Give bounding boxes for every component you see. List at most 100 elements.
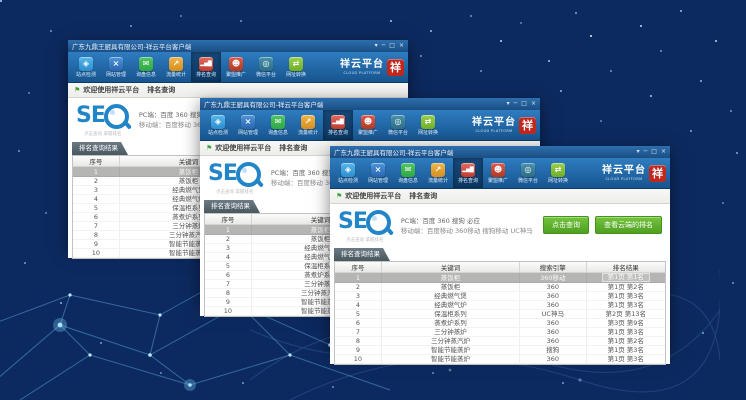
toolbar-items: ◈ 站点检测 × 网站管理 ✉ 询盘信息 ↗ 流量统计 ▂▅█ 排名查询 ☻ 聚…: [68, 52, 311, 82]
toolbar-item-icon: ◈: [341, 163, 355, 177]
cell-no: 7: [73, 222, 119, 231]
toolbar-item-2[interactable]: × 网站管理: [101, 52, 131, 82]
minimize-button[interactable]: ─: [382, 42, 386, 50]
seo-caption: 点击查询 掌握排名: [216, 188, 253, 194]
column-header[interactable]: 搜索引擎: [520, 262, 586, 273]
toolbar-item-1[interactable]: ◈ 站点检测: [71, 52, 101, 82]
toolbar-item-8[interactable]: ⇄ 网址转换: [281, 52, 311, 82]
toolbar-item-icon: ✉: [401, 163, 415, 177]
brand-name: 祥云平台: [340, 60, 384, 70]
minimize-button[interactable]: ─: [514, 100, 518, 108]
toolbar-item-label: 聚盟推广: [488, 178, 508, 183]
toolbar-glyph-icon: ▂▅█: [332, 118, 344, 126]
maximize-button[interactable]: □: [651, 148, 657, 156]
toolbar-item-icon: ◈: [211, 115, 225, 129]
toolbar-item-1[interactable]: ◈ 站点检测: [333, 158, 363, 188]
table-row[interactable]: 10智能节能蒸炉360第1页 第3名: [335, 355, 665, 364]
toolbar-item-6[interactable]: ☻ 聚盟推广: [353, 110, 383, 140]
toolbar-item-icon: ×: [241, 115, 255, 129]
tab-rank-results[interactable]: 排名查询结果: [72, 142, 128, 155]
table-row[interactable]: 1蒸饭柜360移动第1页 第1名: [335, 273, 665, 283]
toolbar-item-icon: ✉: [271, 115, 285, 129]
cell-no: 8: [205, 289, 251, 298]
toolbar-glyph-icon: ↗: [173, 60, 180, 68]
table-row[interactable]: 9智能节能蒸炉搜狗第1页 第3名: [335, 346, 665, 355]
table-row[interactable]: 7三分钟蒸炉360第1页 第3名: [335, 328, 665, 337]
welcome-bar: ⚑ 欢迎使用祥云平台 排名查询: [330, 189, 670, 204]
table-row[interactable]: 5保温柜系列UC神马第2页 第13名: [335, 310, 665, 319]
title-bar[interactable]: 广东九鼎王厨具有限公司-祥云平台客户端 ▾ ─ □ ×: [200, 98, 540, 110]
toolbar-item-icon: ×: [371, 163, 385, 177]
toolbar-item-3[interactable]: ✉ 询盘信息: [393, 158, 423, 188]
toolbar-item-1[interactable]: ◈ 站点检测: [203, 110, 233, 140]
title-bar[interactable]: 广东九鼎王厨具有限公司-祥云平台客户端 ▾ ─ □ ×: [68, 40, 408, 52]
toolbar-item-7[interactable]: ◎ 微信平台: [251, 52, 281, 82]
cell-no: 1: [335, 273, 381, 283]
toolbar-glyph-icon: ×: [245, 118, 252, 126]
main-toolbar: ◈ 站点检测 × 网站管理 ✉ 询盘信息 ↗ 流量统计 ▂▅█ 排名查询 ☻ 聚…: [330, 158, 670, 189]
close-button[interactable]: ×: [531, 100, 536, 108]
toolbar-glyph-icon: ↗: [435, 166, 442, 174]
table-row[interactable]: 4经典燃气炉360第1页 第3名: [335, 301, 665, 310]
title-bar[interactable]: 广东九鼎王厨具有限公司-祥云平台客户端 ▾ ─ □ ×: [330, 146, 670, 158]
table-row[interactable]: 3经典燃气煲360第1页 第3名: [335, 292, 665, 301]
brand-subtitle: CLOUD PLATFORM: [605, 176, 642, 180]
cell-no: 1: [73, 167, 119, 177]
skin-button[interactable]: ▾: [637, 148, 640, 156]
close-button[interactable]: ×: [399, 42, 404, 50]
toolbar-item-label: 站点检测: [76, 72, 96, 77]
toolbar-item-6[interactable]: ☻ 聚盟推广: [221, 52, 251, 82]
maximize-button[interactable]: □: [389, 42, 395, 50]
seo-logo: SE 点击查询 掌握排名: [208, 162, 261, 195]
toolbar-item-icon: ◈: [79, 57, 93, 71]
skin-button[interactable]: ▾: [375, 42, 378, 50]
tab-rank-results[interactable]: 排名查询结果: [334, 248, 390, 261]
toolbar-item-label: 询盘信息: [398, 178, 418, 183]
column-header[interactable]: 排名结果: [586, 262, 665, 273]
query-button[interactable]: 点击查询: [543, 216, 589, 234]
toolbar-item-label: 网站管理: [106, 72, 126, 77]
toolbar-item-icon: ⇄: [421, 115, 435, 129]
toolbar-item-icon: ▂▅█: [331, 115, 345, 129]
toolbar-glyph-icon: ◎: [263, 60, 270, 68]
cell-no: 4: [205, 253, 251, 262]
column-header[interactable]: 序号: [205, 214, 251, 225]
table-body: 1蒸饭柜360移动第1页 第1名2蒸饭柜360第1页 第2名3经典燃气煲360第…: [335, 273, 665, 364]
toolbar-item-icon: ◎: [259, 57, 273, 71]
minimize-button[interactable]: ─: [644, 148, 648, 156]
flag-icon: ⚑: [336, 193, 342, 200]
column-header[interactable]: 序号: [73, 156, 119, 167]
toolbar-item-4[interactable]: ↗ 流量统计: [161, 52, 191, 82]
toolbar-item-5[interactable]: ▂▅█ 排名查询: [323, 110, 353, 140]
column-header[interactable]: 关键词: [381, 262, 519, 273]
skin-button[interactable]: ▾: [507, 100, 510, 108]
column-header[interactable]: 序号: [335, 262, 381, 273]
seo-header-row: SE 点击查询 掌握排名 PC端：百度 360 搜狗 必应 移动端：百度移动 3…: [330, 204, 670, 248]
toolbar-item-8[interactable]: ⇄ 网址转换: [413, 110, 443, 140]
toolbar-glyph-icon: ▂▅█: [200, 60, 212, 68]
cell-no: 10: [335, 355, 381, 364]
table-row[interactable]: 2蒸饭柜360第1页 第2名: [335, 283, 665, 292]
toolbar-item-3[interactable]: ✉ 询盘信息: [263, 110, 293, 140]
toolbar-item-6[interactable]: ☻ 聚盟推广: [483, 158, 513, 188]
toolbar-item-3[interactable]: ✉ 询盘信息: [131, 52, 161, 82]
cell-no: 3: [73, 186, 119, 195]
toolbar-item-2[interactable]: × 网站管理: [363, 158, 393, 188]
table-row[interactable]: 6蒸煮炉系列360第3页 第9名: [335, 319, 665, 328]
toolbar-item-5[interactable]: ▂▅█ 排名查询: [453, 158, 483, 188]
close-button[interactable]: ×: [661, 148, 666, 156]
toolbar-item-7[interactable]: ◎ 微信平台: [383, 110, 413, 140]
brand-name: 祥云平台: [602, 166, 646, 176]
view-cloud-rank-button[interactable]: 查看云端的排名: [595, 216, 662, 234]
table-row[interactable]: 8三分钟蒸汽炉360第1页 第2名: [335, 337, 665, 346]
tab-rank-results[interactable]: 排名查询结果: [204, 200, 260, 213]
toolbar-item-label: 网址转换: [286, 72, 306, 77]
toolbar-item-4[interactable]: ↗ 流量统计: [423, 158, 453, 188]
toolbar-item-2[interactable]: × 网站管理: [233, 110, 263, 140]
toolbar-item-7[interactable]: ◎ 微信平台: [513, 158, 543, 188]
maximize-button[interactable]: □: [521, 100, 527, 108]
toolbar-item-label: 网址转换: [548, 178, 568, 183]
toolbar-item-5[interactable]: ▂▅█ 排名查询: [191, 52, 221, 82]
toolbar-item-4[interactable]: ↗ 流量统计: [293, 110, 323, 140]
toolbar-item-8[interactable]: ⇄ 网址转换: [543, 158, 573, 188]
